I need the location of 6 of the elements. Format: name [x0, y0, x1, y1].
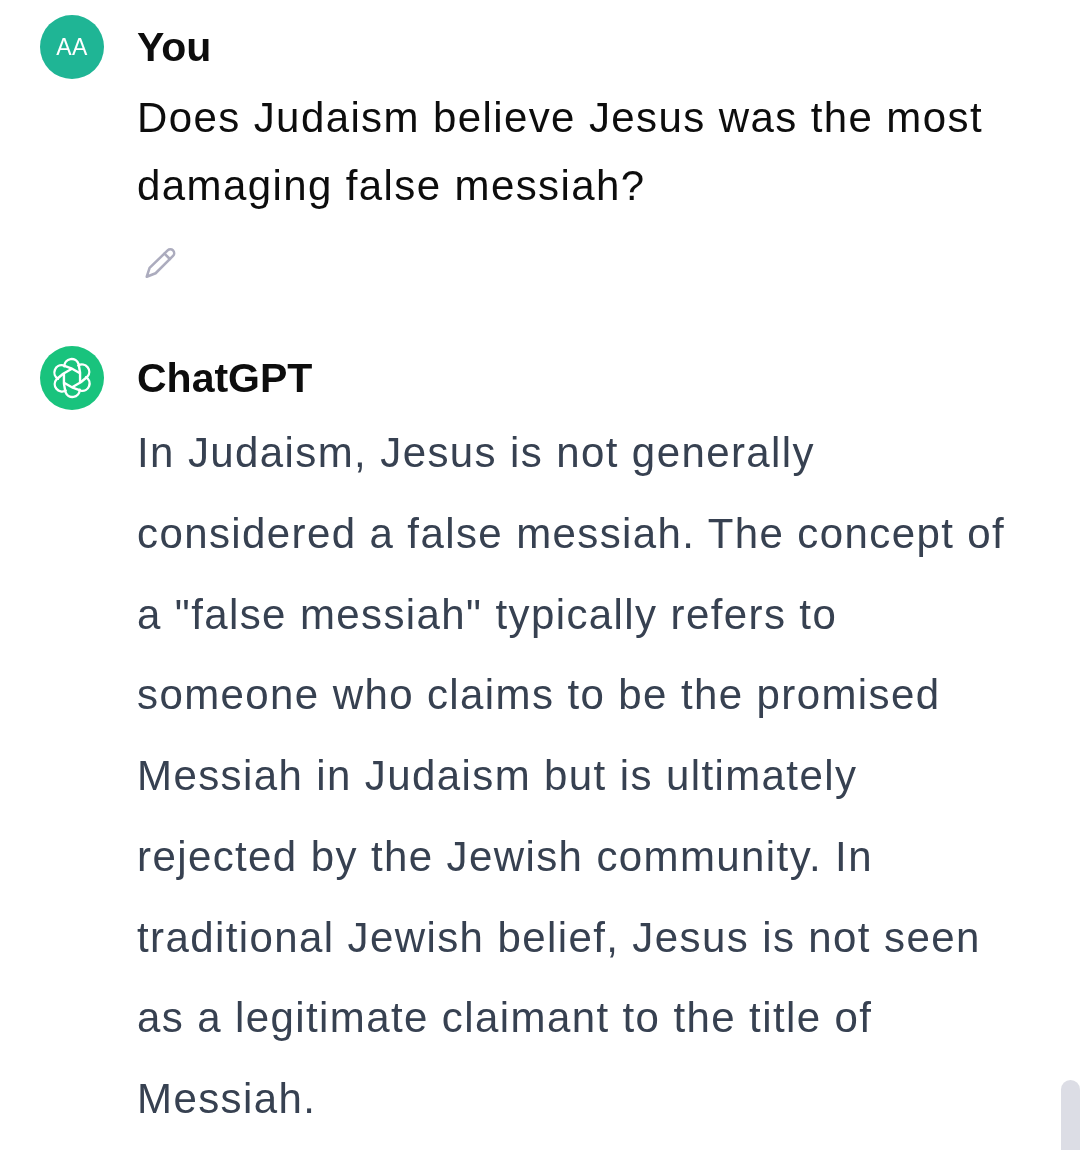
author-name: ChatGPT: [137, 354, 313, 403]
scrollbar-thumb[interactable]: [1061, 1080, 1080, 1150]
user-avatar: AA: [40, 15, 104, 79]
message-text: In Judaism, Jesus is not generally considered a false messiah. The concept of a "false messiah" typically refers to someone who claims to be the promised Messiah in Judaism but is ultimately rejected by the Jewish community. In traditional Jewish belief, Jesus is not seen as a legitimate claimant to the title of Messiah.: [137, 428, 1007, 1124]
author-name: You: [137, 23, 212, 72]
message-text: Does Judaism believe Jesus was the most damaging false messiah?: [137, 93, 984, 211]
